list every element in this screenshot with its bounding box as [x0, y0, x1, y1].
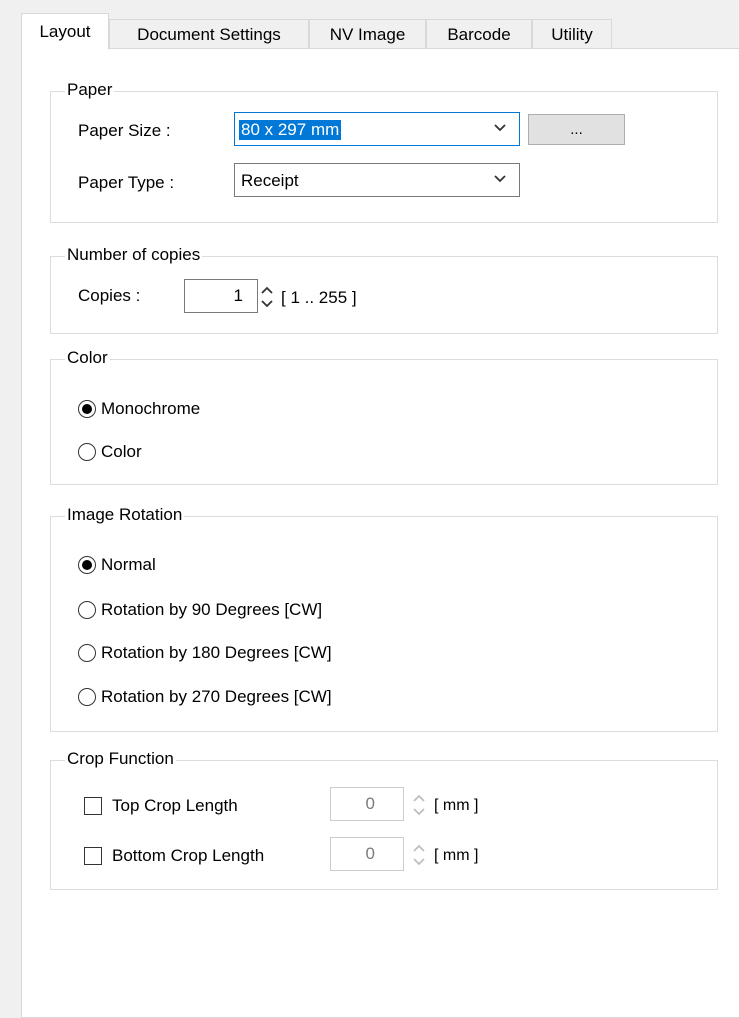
top-crop-input[interactable]: 0: [330, 787, 404, 821]
tab-document-settings[interactable]: Document Settings: [109, 19, 309, 49]
bottom-crop-value: 0: [365, 844, 375, 863]
tab-barcode-label: Barcode: [447, 24, 511, 44]
paper-size-dropdown[interactable]: 80 x 297 mm: [234, 112, 520, 146]
monochrome-radio[interactable]: [78, 400, 96, 418]
color-legend: Color: [65, 348, 110, 368]
tab-barcode[interactable]: Barcode: [426, 19, 532, 49]
rotation-180-label: Rotation by 180 Degrees [CW]: [101, 643, 332, 662]
image-rotation-group: Image Rotation Normal Rotation by 90 Deg…: [50, 505, 718, 732]
tab-layout-label: Layout: [39, 22, 91, 41]
paper-type-dropdown[interactable]: Receipt: [234, 163, 520, 197]
bottom-crop-label: Bottom Crop Length: [112, 846, 265, 865]
rotation-normal-label: Normal: [101, 555, 156, 574]
tab-nv-image[interactable]: NV Image: [309, 19, 426, 49]
paper-size-value: 80 x 297 mm: [239, 120, 342, 140]
browse-button-label: ...: [570, 121, 583, 138]
chevron-down-icon: [494, 124, 506, 132]
bottom-crop-unit: [ mm ]: [434, 847, 479, 864]
rotation-270-radio[interactable]: [78, 688, 96, 706]
rotation-180-radio[interactable]: [78, 644, 96, 662]
color-label: Color: [101, 442, 142, 461]
image-rotation-legend: Image Rotation: [65, 505, 185, 525]
paper-type-label: Paper Type :: [78, 173, 175, 192]
top-crop-unit: [ mm ]: [434, 797, 479, 814]
copies-group: Number of copies Copies : 1 [ 1 .. 255 ]: [50, 245, 718, 334]
paper-group: Paper Paper Size : 80 x 297 mm ... Paper…: [50, 80, 718, 223]
color-group: Color Monochrome Color: [50, 348, 718, 485]
crop-function-group: Crop Function Top Crop Length 0 [ mm ] B…: [50, 749, 718, 890]
tab-document-settings-label: Document Settings: [137, 24, 281, 44]
bottom-crop-spinner-icon[interactable]: [411, 839, 427, 871]
copies-input[interactable]: 1: [184, 279, 258, 313]
copies-legend: Number of copies: [65, 245, 203, 265]
bottom-crop-input[interactable]: 0: [330, 837, 404, 871]
crop-function-legend: Crop Function: [65, 749, 176, 769]
top-crop-label: Top Crop Length: [112, 796, 238, 815]
copies-spinner-icon[interactable]: [259, 281, 275, 313]
top-crop-value: 0: [365, 794, 375, 813]
chevron-down-icon: [494, 175, 506, 183]
copies-range: [ 1 .. 255 ]: [281, 288, 357, 307]
top-crop-checkbox[interactable]: [84, 797, 102, 815]
paper-type-value: Receipt: [241, 171, 299, 190]
top-crop-spinner-icon[interactable]: [411, 789, 427, 821]
bottom-crop-checkbox[interactable]: [84, 847, 102, 865]
tab-layout[interactable]: Layout: [21, 13, 109, 50]
paper-legend: Paper: [65, 80, 115, 100]
rotation-270-label: Rotation by 270 Degrees [CW]: [101, 687, 332, 706]
copies-label: Copies :: [78, 286, 141, 305]
tab-nv-image-label: NV Image: [329, 24, 406, 44]
paper-size-label: Paper Size :: [78, 121, 171, 140]
rotation-normal-radio[interactable]: [78, 556, 96, 574]
color-radio[interactable]: [78, 443, 96, 461]
copies-value: 1: [233, 286, 243, 305]
paper-size-browse-button[interactable]: ...: [528, 114, 625, 145]
rotation-90-radio[interactable]: [78, 601, 96, 619]
monochrome-label: Monochrome: [101, 399, 201, 418]
layout-tab-panel: Paper Paper Size : 80 x 297 mm ... Paper…: [21, 48, 739, 1018]
tab-utility[interactable]: Utility: [532, 19, 612, 49]
rotation-90-label: Rotation by 90 Degrees [CW]: [101, 600, 323, 619]
tab-utility-label: Utility: [551, 24, 593, 44]
